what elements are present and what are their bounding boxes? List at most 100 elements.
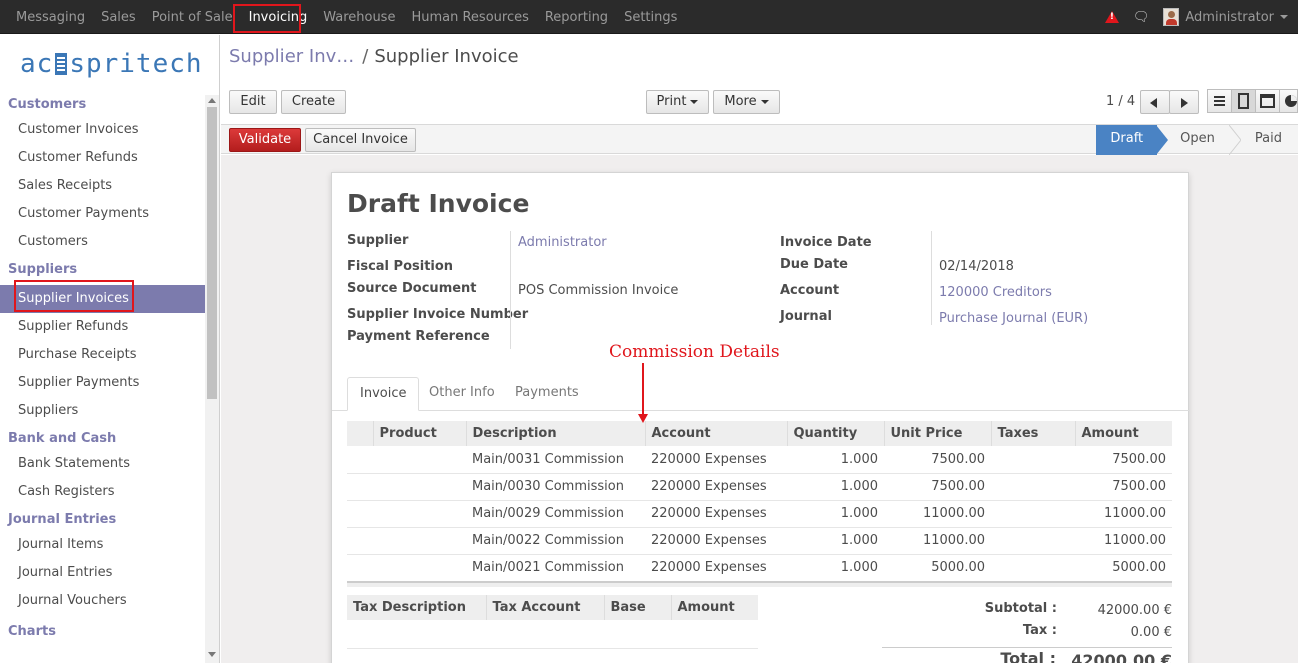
menu-human-resources[interactable]: Human Resources [411,10,528,25]
sidebar-item-customer-invoices[interactable]: Customer Invoices [0,116,206,144]
print-button[interactable]: Print [646,90,709,114]
scrollbar-thumb[interactable] [207,107,217,399]
cell-quantity[interactable]: 1.000 [787,473,884,501]
column-header-tax-description[interactable]: Tax Description [347,595,486,620]
sidebar-item-supplier-payments[interactable]: Supplier Payments [0,369,206,397]
column-header-unit-price[interactable]: Unit Price [883,421,991,446]
column-header-description[interactable]: Description [465,421,645,446]
cell-product[interactable] [373,527,466,555]
column-header-base[interactable]: Base [603,595,671,620]
stage-draft[interactable]: Draft [1096,125,1158,155]
menu-warehouse[interactable]: Warehouse [323,10,395,25]
cell-quantity[interactable]: 1.000 [787,554,884,582]
cell-amount[interactable]: 5000.00 [1075,554,1172,582]
edit-button[interactable]: Edit [229,90,277,114]
cell-quantity[interactable]: 1.000 [787,446,884,474]
sidebar-item-customer-refunds[interactable]: Customer Refunds [0,144,206,172]
cell-account[interactable]: 220000 Expenses [645,446,787,474]
sidebar-item-supplier-refunds[interactable]: Supplier Refunds [0,313,206,341]
menu-point-of-sale[interactable]: Point of Sale [152,10,233,25]
sidebar-scrollbar[interactable] [205,95,219,663]
scroll-down-icon[interactable] [208,652,216,657]
warning-icon[interactable]: ! [1104,11,1119,23]
cell-description[interactable]: Main/0030 Commission [466,473,645,501]
cell-account[interactable]: 220000 Expenses [645,527,787,555]
stage-paid[interactable]: Paid [1241,125,1298,155]
avatar[interactable] [1163,8,1180,26]
cancel-invoice-button[interactable]: Cancel Invoice [305,128,416,152]
column-header-quantity[interactable]: Quantity [786,421,884,446]
table-row[interactable]: Main/0030 Commission 220000 Expenses 1.0… [347,473,1172,501]
cell-amount[interactable]: 11000.00 [1075,500,1172,528]
cell-taxes[interactable] [991,473,1075,501]
more-button[interactable]: More [713,90,780,114]
supplier-field[interactable]: Administrator [518,235,607,250]
tab-invoice[interactable]: Invoice [347,377,420,411]
table-row[interactable]: Main/0021 Commission 220000 Expenses 1.0… [347,554,1172,582]
cell-unit-price[interactable]: 11000.00 [884,500,991,528]
cell-taxes[interactable] [991,554,1075,582]
cell-product[interactable] [373,500,466,528]
cell-taxes[interactable] [991,527,1075,555]
sidebar-item-cash-registers[interactable]: Cash Registers [0,478,206,506]
cell-quantity[interactable]: 1.000 [787,500,884,528]
journal-field[interactable]: Purchase Journal (EUR) [939,311,1088,326]
sidebar-item-customers[interactable]: Customers [0,228,206,256]
cell-unit-price[interactable]: 5000.00 [884,554,991,582]
cell-description[interactable]: Main/0029 Commission [466,500,645,528]
due-date-field[interactable]: 02/14/2018 [939,259,1014,274]
cell-description[interactable]: Main/0022 Commission [466,527,645,555]
cell-taxes[interactable] [991,446,1075,474]
sidebar-item-sales-receipts[interactable]: Sales Receipts [0,172,206,200]
menu-sales[interactable]: Sales [101,10,136,25]
cell-unit-price[interactable]: 7500.00 [884,473,991,501]
cell-account[interactable]: 220000 Expenses [645,554,787,582]
pager-next-button[interactable] [1169,90,1199,114]
table-row[interactable]: Main/0031 Commission 220000 Expenses 1.0… [347,446,1172,474]
menu-settings[interactable]: Settings [624,10,677,25]
breadcrumb-parent[interactable]: Supplier Inv… [229,46,354,67]
create-button[interactable]: Create [281,90,346,114]
cell-product[interactable] [373,446,466,474]
cell-amount[interactable]: 7500.00 [1075,473,1172,501]
stage-open[interactable]: Open [1168,125,1229,155]
column-header-amount[interactable]: Amount [1074,421,1172,446]
cell-unit-price[interactable]: 7500.00 [884,446,991,474]
cell-account[interactable]: 220000 Expenses [645,473,787,501]
chat-icon[interactable]: 🗨 [1133,10,1150,25]
column-header-taxes[interactable]: Taxes [990,421,1075,446]
table-row[interactable]: Main/0029 Commission 220000 Expenses 1.0… [347,500,1172,528]
pager-previous-button[interactable] [1140,90,1170,114]
tab-payments[interactable]: Payments [503,377,591,411]
user-menu[interactable]: Administrator [1185,10,1274,25]
sidebar-item-bank-statements[interactable]: Bank Statements [0,450,206,478]
list-view-icon[interactable] [1207,89,1232,113]
column-header-account[interactable]: Account [644,421,787,446]
menu-reporting[interactable]: Reporting [545,10,608,25]
tab-other-info[interactable]: Other Info [417,377,507,411]
calendar-view-icon[interactable] [1255,89,1280,113]
scroll-up-icon[interactable] [208,98,216,103]
cell-taxes[interactable] [991,500,1075,528]
cell-description[interactable]: Main/0031 Commission [466,446,645,474]
cell-amount[interactable]: 11000.00 [1075,527,1172,555]
cell-amount[interactable]: 7500.00 [1075,446,1172,474]
cell-quantity[interactable]: 1.000 [787,527,884,555]
form-view-icon[interactable] [1231,89,1256,113]
sidebar-item-customer-payments[interactable]: Customer Payments [0,200,206,228]
validate-button[interactable]: Validate [229,128,301,152]
cell-unit-price[interactable]: 11000.00 [884,527,991,555]
table-row[interactable]: Main/0022 Commission 220000 Expenses 1.0… [347,527,1172,555]
cell-account[interactable]: 220000 Expenses [645,500,787,528]
column-header-product[interactable]: Product [372,421,466,446]
column-header-tax-account[interactable]: Tax Account [485,595,604,620]
cell-product[interactable] [373,554,466,582]
column-header-tax-amount[interactable]: Amount [670,595,758,620]
source-document-field[interactable]: POS Commission Invoice [518,283,678,298]
sidebar-item-journal-items[interactable]: Journal Items [0,531,206,559]
sidebar-item-journal-vouchers[interactable]: Journal Vouchers [0,587,206,615]
sidebar-item-journal-entries[interactable]: Journal Entries [0,559,206,587]
cell-product[interactable] [373,473,466,501]
account-field[interactable]: 120000 Creditors [939,285,1052,300]
cell-description[interactable]: Main/0021 Commission [466,554,645,582]
